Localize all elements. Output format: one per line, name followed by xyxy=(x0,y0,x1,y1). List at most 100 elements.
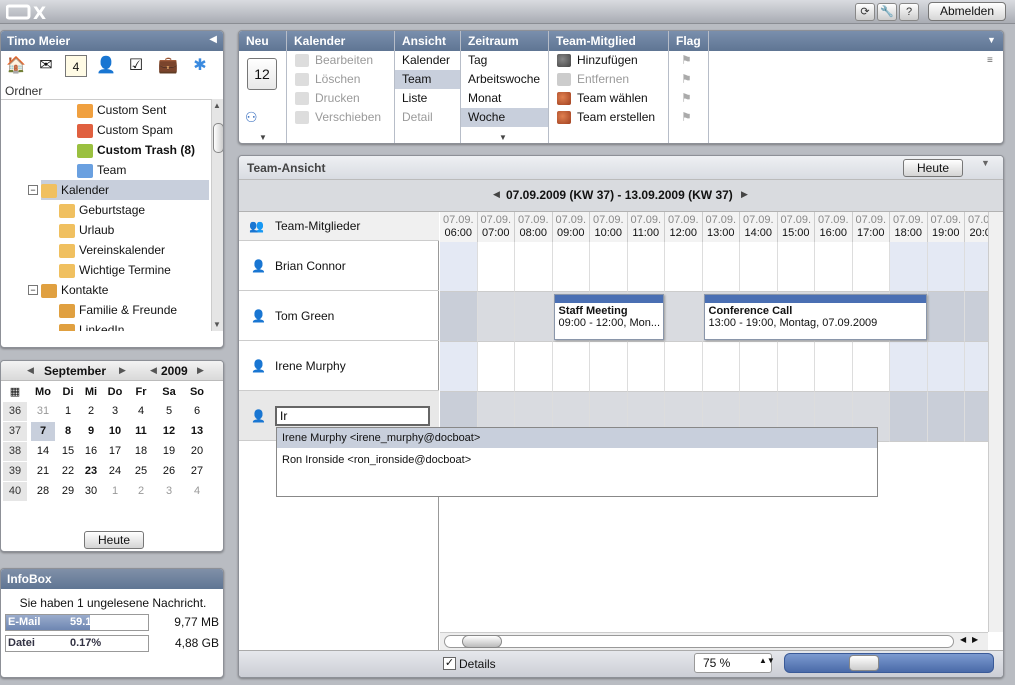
scroll-left-icon[interactable]: ◀ xyxy=(960,635,966,644)
scroll-right-icon[interactable]: ▶ xyxy=(972,635,978,644)
grid-horizontal-scrollbar[interactable]: ◀ ▶ xyxy=(440,632,988,650)
flag-icon[interactable]: ⚑ xyxy=(681,91,692,105)
calendar-day[interactable]: 9 xyxy=(79,422,103,441)
time-slot[interactable] xyxy=(440,342,478,392)
time-slot[interactable] xyxy=(965,292,988,342)
zoom-slider[interactable] xyxy=(784,653,994,673)
folder-item[interactable]: Urlaub xyxy=(59,220,114,240)
suggestion-item[interactable]: Ron Ironside <ron_ironside@docboat> xyxy=(277,450,877,470)
folder-item[interactable]: LinkedIn xyxy=(59,320,124,331)
add-member-button[interactable]: Hinzufügen xyxy=(557,51,638,70)
member-row[interactable]: 👤 Irene Murphy xyxy=(239,341,439,391)
move-button[interactable]: Verschieben xyxy=(295,108,381,127)
time-slot[interactable] xyxy=(515,242,553,292)
folder-item[interactable]: Geburtstage xyxy=(59,200,145,220)
folder-item[interactable]: Kalender xyxy=(41,180,209,200)
week-select-icon[interactable]: ▦ xyxy=(3,383,27,402)
time-slot[interactable] xyxy=(890,342,928,392)
folder-tree-scrollbar[interactable]: ▲ ▼ xyxy=(211,99,223,331)
calendar-day[interactable]: 27 xyxy=(185,462,209,481)
calendar-day[interactable]: 2 xyxy=(79,402,103,421)
week-number[interactable]: 37 xyxy=(3,422,27,441)
time-slot[interactable] xyxy=(777,242,815,292)
time-slot[interactable] xyxy=(515,342,553,392)
settings-icon[interactable]: 🔧 xyxy=(877,3,897,21)
period-week[interactable]: Woche xyxy=(461,108,548,127)
details-checkbox[interactable]: ✓ xyxy=(443,657,456,670)
edit-button[interactable]: Bearbeiten xyxy=(295,51,373,70)
time-slot[interactable] xyxy=(890,242,928,292)
time-slot[interactable] xyxy=(627,342,665,392)
calendar-day[interactable]: 29 xyxy=(56,482,80,501)
calendar-day[interactable]: 24 xyxy=(103,462,127,481)
calendar-day[interactable]: 2 xyxy=(129,482,153,501)
calendar-day[interactable]: 23 xyxy=(79,462,103,481)
time-slot[interactable] xyxy=(552,242,590,292)
time-slot[interactable] xyxy=(815,342,853,392)
time-slot[interactable] xyxy=(440,292,478,342)
calendar-day[interactable]: 13 xyxy=(185,422,209,441)
view-list[interactable]: Liste xyxy=(395,89,460,108)
time-slot[interactable] xyxy=(852,242,890,292)
time-slot[interactable] xyxy=(665,342,703,392)
calendar-day[interactable]: 6 xyxy=(185,402,209,421)
tree-expand-toggle[interactable]: − xyxy=(28,285,38,295)
folder-item[interactable]: Wichtige Termine xyxy=(59,260,171,280)
folder-item[interactable]: Custom Trash (8) xyxy=(77,140,195,160)
logout-button[interactable]: Abmelden xyxy=(928,2,1006,21)
time-slot[interactable] xyxy=(890,392,928,442)
ribbon-expand-icon[interactable]: ▼ xyxy=(259,133,267,142)
time-slot[interactable] xyxy=(515,292,553,342)
settings-gear-icon[interactable]: ✱ xyxy=(189,55,211,77)
flag-icon[interactable]: ⚑ xyxy=(681,110,692,124)
home-icon[interactable]: 🏠 xyxy=(5,55,27,77)
calendar-day[interactable]: 12 xyxy=(157,422,181,441)
appointment[interactable]: Conference Call 13:00 - 19:00, Montag, 07… xyxy=(703,294,927,340)
contacts-icon[interactable]: 👤 xyxy=(95,55,117,77)
suggestion-item[interactable]: Irene Murphy <irene_murphy@docboat> xyxy=(277,428,877,448)
grid-vertical-scrollbar[interactable] xyxy=(988,212,1003,632)
calendar-icon[interactable]: 4 xyxy=(65,55,87,77)
calendar-day[interactable]: 20 xyxy=(185,442,209,461)
view-detail[interactable]: Detail xyxy=(395,108,460,127)
time-slot[interactable] xyxy=(552,342,590,392)
ribbon-menu-icon[interactable]: ▼ xyxy=(987,35,996,45)
time-slot[interactable] xyxy=(740,342,778,392)
time-slot[interactable] xyxy=(627,242,665,292)
week-number[interactable]: 36 xyxy=(3,402,27,421)
time-slot[interactable] xyxy=(815,242,853,292)
calendar-day[interactable]: 19 xyxy=(157,442,181,461)
tasks-icon[interactable]: ☑ xyxy=(125,55,147,77)
time-slot[interactable] xyxy=(927,292,965,342)
time-slot[interactable] xyxy=(477,342,515,392)
mail-icon[interactable]: ✉ xyxy=(35,55,57,77)
time-slot[interactable] xyxy=(927,392,965,442)
calendar-day[interactable]: 18 xyxy=(129,442,153,461)
calendar-day[interactable]: 10 xyxy=(103,422,127,441)
time-slot[interactable] xyxy=(740,242,778,292)
period-month[interactable]: Monat xyxy=(461,89,548,108)
ribbon-overflow-icon[interactable]: ≡ xyxy=(987,55,993,66)
time-slot[interactable] xyxy=(852,342,890,392)
mini-calendar-today-button[interactable]: Heute xyxy=(84,531,144,549)
today-button[interactable]: Heute xyxy=(903,159,963,177)
time-slot[interactable] xyxy=(477,292,515,342)
appointment[interactable]: Staff Meeting 09:00 - 12:00, Mon... xyxy=(553,294,664,340)
calendar-day[interactable]: 1 xyxy=(56,402,80,421)
calendar-day[interactable]: 11 xyxy=(129,422,153,441)
calendar-day[interactable]: 3 xyxy=(157,482,181,501)
calendar-day[interactable]: 22 xyxy=(56,462,80,481)
new-appointment-icon[interactable]: 12 xyxy=(247,58,277,90)
member-row[interactable]: 👤 Tom Green xyxy=(239,291,439,341)
calendar-day[interactable]: 21 xyxy=(31,462,55,481)
prev-year-icon[interactable]: ◀ xyxy=(150,365,157,376)
time-slot[interactable] xyxy=(665,292,703,342)
prev-month-icon[interactable]: ◀ xyxy=(27,365,34,376)
folder-item[interactable]: Kontakte xyxy=(41,280,108,300)
time-slot[interactable] xyxy=(477,242,515,292)
time-slot[interactable] xyxy=(927,342,965,392)
time-slot[interactable] xyxy=(590,342,628,392)
week-number[interactable]: 39 xyxy=(3,462,27,481)
create-team-button[interactable]: Team erstellen xyxy=(557,108,655,127)
folder-item[interactable]: Team xyxy=(77,160,126,180)
